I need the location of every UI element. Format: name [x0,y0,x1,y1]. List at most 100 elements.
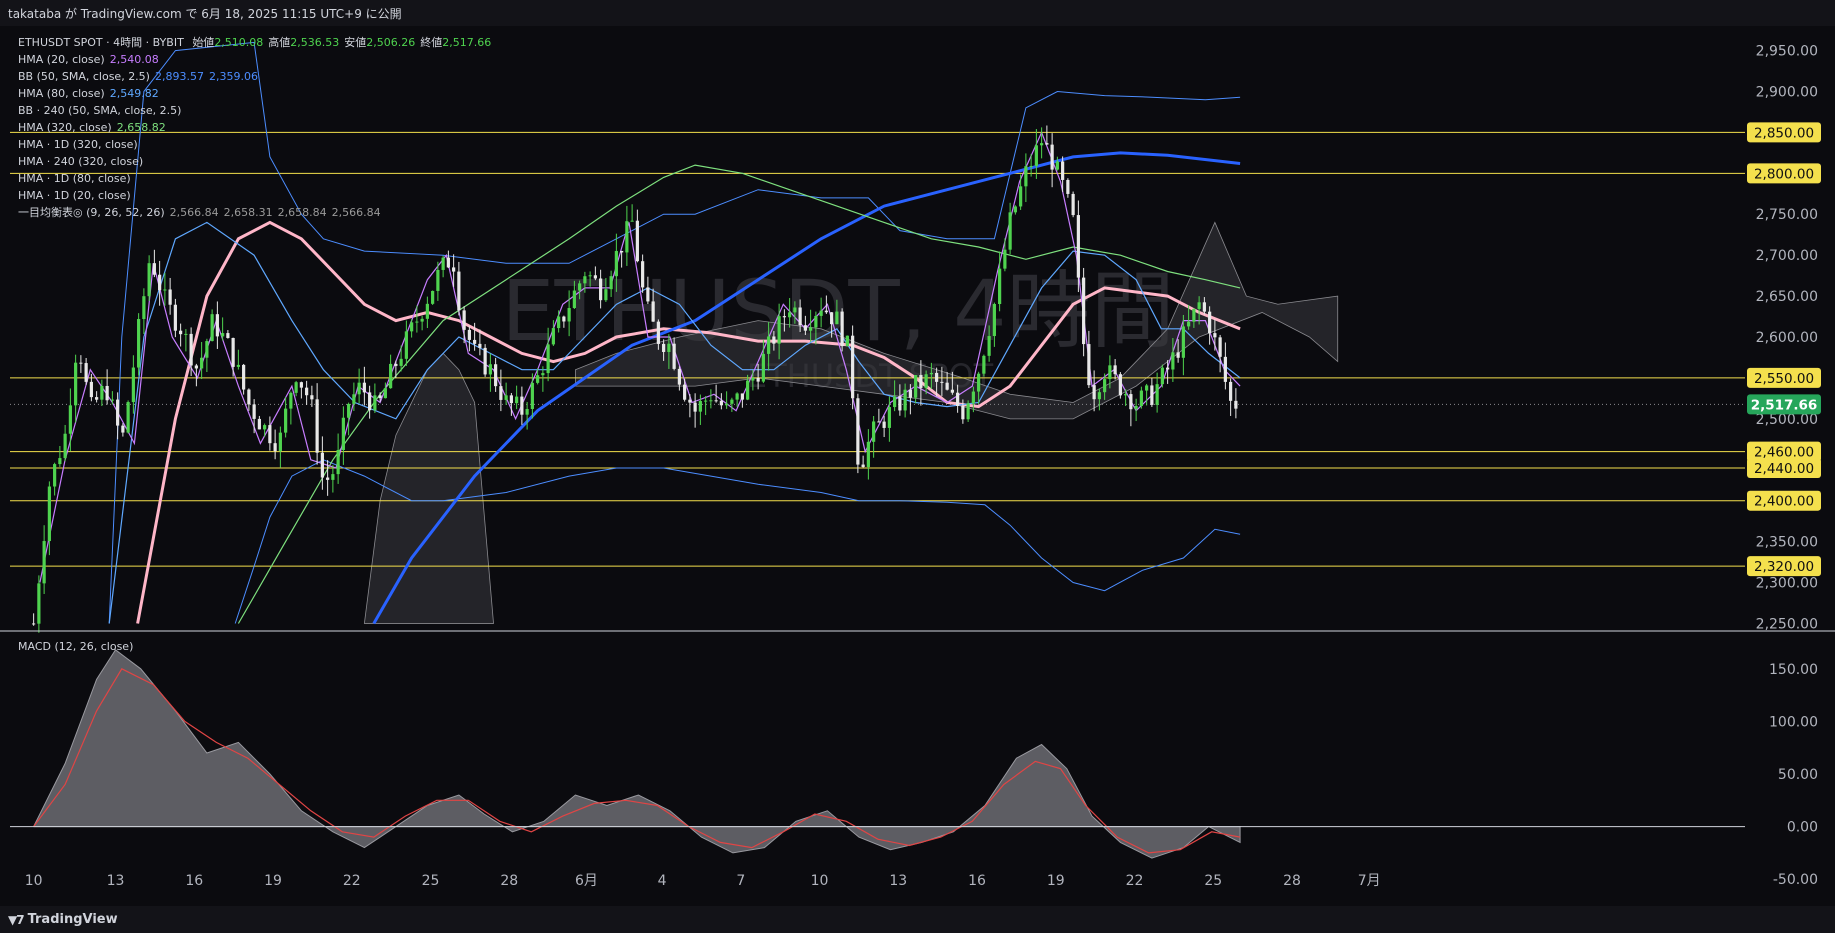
indicator-rows: HMA (20, close) 2,540.08 BB (50, SMA, clos… [18,51,491,221]
indicator-value-1-1: 2,359.06 [208,70,258,83]
candle-body-28 [179,330,183,335]
candle-body-63 [362,382,366,393]
indicator-row-2[interactable]: HMA (80, close) 2,549.82 [18,85,491,102]
indicator-row-1[interactable]: BB (50, SMA, close, 2.5) 2,893.57 2,359.06 [18,68,491,85]
macd-tick-label-1: 0.00 [1787,820,1818,836]
candle-body-48 [284,408,288,433]
candle-body-123 [677,368,681,385]
candle-body-55 [320,452,324,478]
candle-body-84 [473,339,477,344]
candle-body-51 [299,382,303,388]
time-tick-label-17: 7月 [1358,873,1381,889]
indicator-row-7[interactable]: HMA · 1D (80, close) [18,170,491,187]
candle-body-154 [840,311,844,347]
price-tick-label-2: 2,350.00 [1756,535,1818,551]
time-tick-label-14: 22 [1126,873,1144,889]
candle-body-212 [1145,385,1149,391]
candle-body-141 [772,336,776,344]
indicator-row-5[interactable]: HMA · 1D (320, close) [18,136,491,153]
candle-body-120 [662,343,666,352]
candle-body-167 [908,389,912,398]
candle-body-22 [147,263,151,297]
indicator-row-8[interactable]: HMA · 1D (20, close) [18,187,491,204]
time-tick-label-1: 13 [107,873,125,889]
tradingview-logo-icon: ▼7 [8,912,25,927]
price-tick-label-10: 2,750.00 [1756,207,1818,223]
candle-body-82 [462,310,466,330]
candle-body-170 [924,374,928,388]
candle-body-40 [242,364,246,390]
candle-body-224 [1208,311,1212,334]
candle-body-78 [441,257,445,270]
candle-body-107 [593,275,597,279]
price-tick-label-0: 2,250.00 [1756,616,1818,632]
candle-body-53 [310,395,314,400]
candle-body-43 [257,418,261,430]
candle-body-129 [709,400,713,402]
level-label-5: 2,400.00 [1754,494,1814,510]
time-tick-label-7: 6月 [575,873,598,889]
macd-tick-label-4: 150.00 [1769,662,1818,678]
candle-body-98 [546,344,550,374]
left-edge [0,26,10,906]
candle-body-145 [793,307,797,313]
candle-body-161 [877,421,881,423]
candle-body-90 [504,395,508,400]
candle-body-183 [992,304,996,337]
candle-body-85 [478,343,482,348]
indicator-value-2-0: 2,549.82 [109,87,159,100]
candle-body-31 [194,365,198,369]
candle-body-200 [1082,277,1086,345]
candle-body-64 [368,392,372,411]
candle-body-46 [273,443,277,452]
candle-body-36 [221,333,225,337]
candle-body-127 [698,400,702,412]
candle-body-102 [567,308,571,322]
candle-body-147 [803,325,807,331]
candle-body-9 [79,362,83,364]
candle-body-128 [704,400,708,402]
indicator-row-6[interactable]: HMA · 240 (320, close) [18,153,491,170]
candle-body-172 [935,372,939,382]
candle-body-201 [1087,344,1091,386]
indicator-row-9[interactable]: 一目均衡表◎ (9, 26, 52, 26) 2,566.84 2,658.31 2,… [18,204,491,221]
indicator-name-5: HMA · 1D (320, close) [18,138,138,151]
candle-body-139 [761,353,765,382]
candle-body-58 [336,449,340,475]
brand-name: TradingView [27,912,118,927]
candle-body-72 [410,322,414,332]
candle-body-136 [746,380,750,400]
macd-pane-bg [10,632,1743,896]
candle-body-111 [614,250,618,277]
symbol-label[interactable]: ETHUSDT SPOT · 4時間 · BYBIT [18,36,184,49]
candle-body-207 [1118,374,1122,396]
candle-body-33 [205,341,209,358]
candle-body-137 [751,377,755,381]
candle-body-37 [226,333,230,338]
candle-body-138 [756,377,760,382]
candle-body-67 [383,388,387,399]
candle-body-210 [1134,405,1138,410]
last-price-label: 2,517.66 [1751,397,1818,413]
macd-label[interactable]: MACD (12, 26, close) [18,640,133,653]
candle-body-25 [163,289,167,291]
candle-body-88 [494,364,498,387]
indicator-row-3[interactable]: BB · 240 (50, SMA, close, 2.5) [18,102,491,119]
candle-body-218 [1176,352,1180,358]
indicator-row-4[interactable]: HMA (320, close) 2,658.82 [18,119,491,136]
candle-body-70 [399,358,403,366]
candle-body-79 [446,257,450,268]
candle-body-50 [294,382,298,393]
candle-body-89 [499,386,503,400]
candle-body-159 [866,441,870,468]
candle-body-94 [525,408,529,415]
candle-body-110 [609,276,613,290]
price-tick-label-8: 2,650.00 [1756,289,1818,305]
indicator-name-3: BB · 240 (50, SMA, close, 2.5) [18,104,182,117]
level-label-1: 2,800.00 [1754,166,1814,182]
indicator-row-0[interactable]: HMA (20, close) 2,540.08 [18,51,491,68]
candle-body-101 [562,316,566,322]
candle-body-104 [578,283,582,291]
candle-body-3 [47,486,51,542]
candle-body-190 [1029,165,1033,167]
